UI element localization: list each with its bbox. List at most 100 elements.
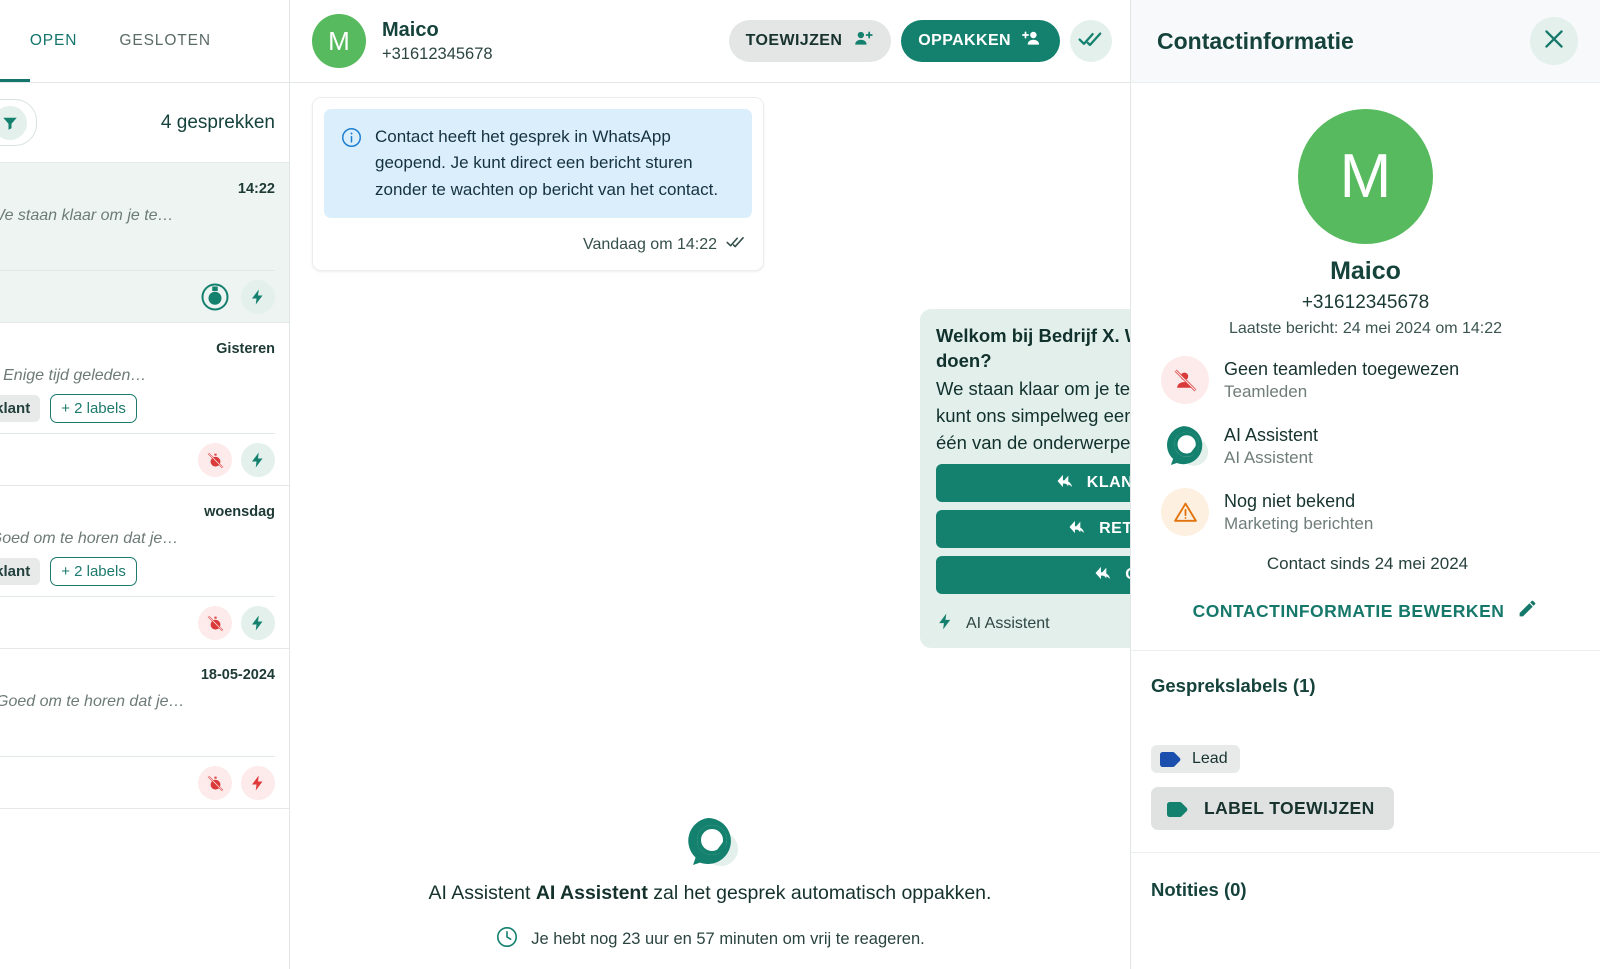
more-labels-chip[interactable]: + 2 labels [50, 557, 137, 586]
last-message-timestamp: Laatste bericht: 24 mei 2024 om 14:22 [1228, 320, 1503, 337]
avatar: M [1298, 109, 1433, 244]
close-icon [1541, 26, 1567, 57]
info-box: Contact heeft het gesprek in WhatsApp ge… [324, 109, 752, 219]
list-item[interactable]: uk woensdag ent: Goed om te horen dat je… [0, 486, 289, 649]
attribute-row-marketing[interactable]: Nog niet bekend Marketing berichten [1161, 488, 1574, 536]
app-root: OPEN GESLOTEN S 4 gesprekken ico 14:22 e… [0, 0, 1600, 969]
tag-icon [1167, 801, 1189, 817]
assign-label-button[interactable]: LABEL TOEWIJZEN [1151, 787, 1394, 830]
system-info-message: Contact heeft het gesprek in WhatsApp ge… [312, 97, 764, 272]
resolve-button[interactable] [1070, 20, 1112, 62]
contact-profile: M Maico +31612345678 Laatste bericht: 24… [1131, 83, 1600, 338]
conversation-list-panel: OPEN GESLOTEN S 4 gesprekken ico 14:22 e… [0, 0, 290, 969]
list-item-preview-text: *Goed om te horen dat je… [0, 693, 185, 710]
label-chip: ande klant [0, 558, 41, 585]
auto-pickup-agent: AI Assistent [535, 882, 648, 904]
attribute-row-teamleden[interactable]: Geen teamleden toegewezen Teamleden [1161, 356, 1574, 404]
labels-section-title: Gesprekslabels (1) [1151, 675, 1316, 696]
reply-arrow-icon [1056, 473, 1076, 494]
list-item[interactable]: ico 14:22 ent: We staan klaar om je te… [0, 163, 289, 323]
timer-off-icon[interactable] [198, 443, 232, 477]
quick-reply-label: OVERIGE [1125, 566, 1130, 584]
label-chip: ande klant [0, 395, 41, 422]
reply-arrow-icon [1068, 519, 1088, 540]
lightning-icon[interactable] [241, 606, 275, 640]
list-item-preview-text: Goed om te horen dat je… [0, 530, 179, 547]
notes-section-title: Notities (0) [1151, 879, 1247, 900]
contact-info-panel: Contactinformatie M Maico +31612345678 L… [1131, 0, 1600, 969]
warning-triangle-icon [1161, 488, 1209, 536]
filter-funnel-icon [0, 105, 28, 140]
attribute-row-text: Geen teamleden toegewezen Teamleden [1224, 359, 1459, 402]
message-timestamp: Vandaag om 14:22 [582, 235, 717, 253]
auto-pickup-suffix: zal het gesprek automatisch oppakken. [647, 882, 992, 904]
filter-bar: S 4 gesprekken [0, 83, 289, 163]
list-item-actions [0, 270, 275, 314]
auto-pickup-text: AI Assistent AI Assistent zal het gespre… [290, 882, 1130, 905]
list-item[interactable]: st Gisteren Joost, Enige tijd geleden… a… [0, 323, 289, 486]
list-item-time: 18-05-2024 [200, 667, 275, 683]
lightning-icon[interactable] [241, 766, 275, 800]
info-circle-icon [341, 127, 362, 153]
chat-messages: Contact heeft het gesprek in WhatsApp ge… [290, 83, 1130, 969]
label-chip-lead[interactable]: Lead [1151, 745, 1240, 773]
timer-off-icon[interactable] [198, 766, 232, 800]
double-check-icon [1078, 26, 1104, 57]
labels-list: Lead [1151, 745, 1574, 773]
list-item-preview: Joost, Enige tijd geleden… [0, 367, 147, 384]
active-tab-indicator [0, 79, 30, 82]
attribute-primary: AI Assistent [1224, 424, 1319, 445]
person-off-icon [1161, 356, 1209, 404]
conversation-items[interactable]: ico 14:22 ent: We staan klaar om je te… [0, 163, 289, 969]
timer-active-icon[interactable] [198, 280, 232, 314]
close-button[interactable] [1530, 17, 1578, 65]
list-item-time: 14:22 [237, 181, 275, 197]
lightning-icon[interactable] [241, 280, 275, 314]
quick-reply-label: KLANTENSERVICE [1086, 474, 1130, 492]
timer-off-icon[interactable] [198, 606, 232, 640]
list-item-preview: ent: Goed om te horen dat je… [0, 530, 275, 548]
avatar: M [312, 14, 366, 68]
more-labels-chip[interactable]: + 2 labels [50, 394, 137, 423]
ai-assistant-logo-icon [290, 813, 1130, 871]
quick-reply-overige[interactable]: OVERIGE [936, 556, 1130, 595]
list-item[interactable]: k 18-05-2024 ent: *Goed om te horen dat … [0, 649, 289, 809]
attribute-row-text: Nog niet bekend Marketing berichten [1224, 491, 1373, 534]
list-item-chips: ande klant + 2 labels [0, 557, 275, 586]
outbound-meta: AI Assistent Vandaag om 14:22 [936, 611, 1130, 636]
auto-pickup-prefix: AI Assistent [428, 882, 536, 904]
contact-info-header: Contactinformatie [1131, 0, 1600, 83]
list-item-top: k 18-05-2024 [0, 663, 275, 684]
free-window-text: Je hebt nog 23 uur en 57 minuten om vrij… [531, 930, 925, 948]
edit-contact-info-button[interactable]: CONTACTINFORMATIE BEWERKEN [1131, 598, 1600, 624]
outbound-sender: AI Assistent [936, 612, 1050, 636]
pickup-button[interactable]: OPPAKKEN [901, 20, 1060, 62]
list-item-chips [0, 234, 275, 260]
conversation-tabs: OPEN GESLOTEN [0, 0, 289, 83]
list-item-preview-text: We staan klaar om je te… [0, 207, 174, 224]
filter-button[interactable]: S [0, 99, 38, 146]
attribute-secondary: Marketing berichten [1224, 513, 1374, 533]
tab-gesloten[interactable]: GESLOTEN [119, 32, 211, 50]
attribute-primary: Geen teamleden toegewezen [1224, 358, 1460, 379]
quick-reply-klantenservice[interactable]: KLANTENSERVICE [936, 464, 1130, 503]
quick-reply-label: RETOURNEREN [1099, 520, 1130, 538]
contact-phone: +31612345678 [382, 44, 493, 63]
list-item-preview: ent: We staan klaar om je te… [0, 207, 275, 225]
lightning-icon[interactable] [241, 443, 275, 477]
attribute-primary: Nog niet bekend [1224, 490, 1356, 511]
list-item-preview: ent: *Goed om te horen dat je… [0, 693, 275, 711]
attribute-row-ai-assistent[interactable]: AI Assistent AI Assistent [1161, 422, 1574, 470]
assign-button[interactable]: TOEWIJZEN [728, 20, 892, 62]
person-add-icon [853, 28, 874, 54]
quick-reply-retourneren[interactable]: RETOURNEREN [936, 510, 1130, 549]
clock-icon [495, 925, 519, 954]
list-item-top: uk woensdag [0, 500, 275, 521]
attribute-secondary: AI Assistent [1224, 447, 1313, 467]
outbound-body: We staan klaar om je te helpen via Whats… [936, 377, 1130, 453]
auto-pickup-notice: AI Assistent AI Assistent zal het gespre… [290, 813, 1130, 954]
outbound-message: Welkom bij Bedrijf X. Wat kunnen we voor… [920, 309, 1130, 649]
list-item-actions [0, 596, 275, 640]
person-add-icon [1022, 28, 1043, 54]
tab-open[interactable]: OPEN [30, 32, 78, 50]
